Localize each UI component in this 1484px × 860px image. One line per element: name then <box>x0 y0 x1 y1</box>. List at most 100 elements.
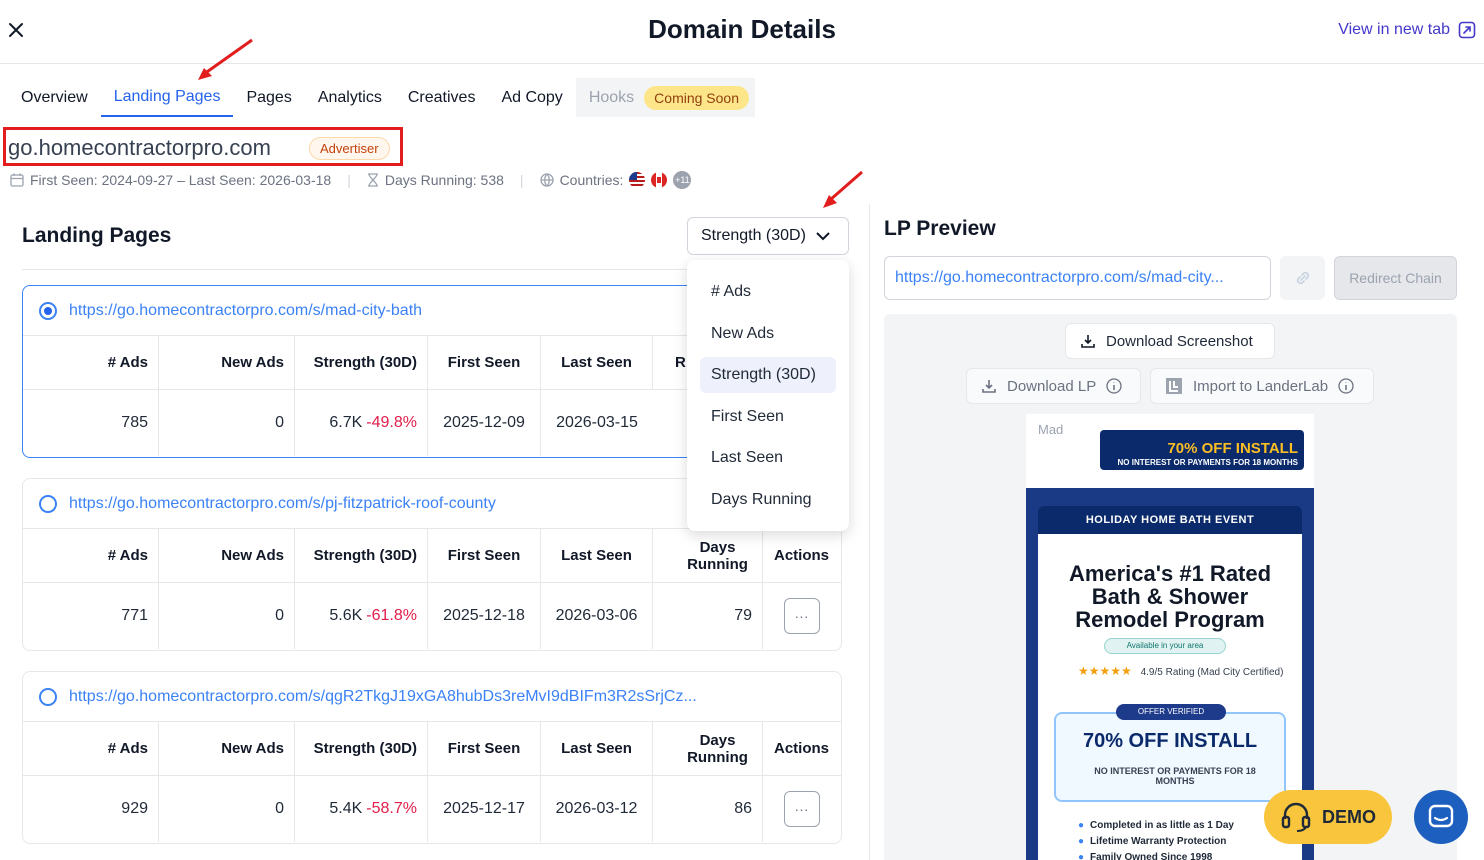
lp-headline: America's #1 Rated Bath & Shower Remodel… <box>1038 562 1302 631</box>
first-seen-value: 2025-12-18 <box>428 583 541 649</box>
tab-ad-copy[interactable]: Ad Copy <box>488 78 575 117</box>
strength-change: -61.8% <box>366 607 417 624</box>
col-first-seen[interactable]: First Seen <box>428 722 541 775</box>
select-radio[interactable] <box>39 301 57 320</box>
check-icon: ● <box>1078 852 1085 860</box>
sort-option-first-seen[interactable]: First Seen <box>700 399 836 435</box>
table-header-row: # Ads New Ads Strength (30D) First Seen … <box>23 529 841 583</box>
chat-button[interactable] <box>1414 790 1468 844</box>
days-running-value: 79 <box>653 583 763 649</box>
sort-option-last-seen[interactable]: Last Seen <box>700 440 836 476</box>
lp-headline-line: Remodel Program <box>1075 607 1265 632</box>
actions-cell: ··· <box>763 776 840 842</box>
landing-page-card[interactable]: https://go.homecontractorpro.com/s/qgR2T… <box>22 671 842 844</box>
external-link-icon <box>1458 21 1476 39</box>
select-radio[interactable] <box>39 687 57 706</box>
tab-creatives[interactable]: Creatives <box>395 78 489 117</box>
col-days-running[interactable]: Days Running <box>653 529 763 582</box>
lp-rating: ★★★★★ 4.9/5 Rating (Mad City Certified) <box>1078 664 1283 678</box>
col-first-seen[interactable]: First Seen <box>428 529 541 582</box>
more-actions-button[interactable]: ··· <box>783 791 820 827</box>
canada-flag-icon <box>651 172 668 188</box>
import-landerlab-label: Import to LanderLab <box>1193 377 1329 395</box>
col-days-running[interactable]: Days Running <box>653 722 763 775</box>
star-rating-icon: ★★★★★ <box>1078 664 1132 678</box>
sort-option-new-ads[interactable]: New Ads <box>700 316 836 352</box>
col-first-seen[interactable]: First Seen <box>428 336 541 389</box>
strength-number: 5.6K <box>329 607 363 624</box>
col-strength[interactable]: Strength (30D) <box>295 529 428 582</box>
sort-option-ads[interactable]: # Ads <box>700 274 836 310</box>
col-ads[interactable]: # Ads <box>23 529 159 582</box>
col-ads[interactable]: # Ads <box>23 722 159 775</box>
preview-url[interactable]: https://go.homecontractorpro.com/s/mad-c… <box>884 256 1271 300</box>
download-screenshot-label: Download Screenshot <box>1106 332 1253 350</box>
col-strength[interactable]: Strength (30D) <box>295 336 428 389</box>
landerlab-icon <box>1166 378 1182 394</box>
panel-divider <box>869 204 870 860</box>
ads-value: 785 <box>23 390 159 456</box>
download-icon <box>1081 335 1095 348</box>
days-running-value: 86 <box>653 776 763 842</box>
strength-value: 5.4K -58.7% <box>295 776 428 842</box>
lp-banner-sub: NO INTEREST OR PAYMENTS FOR 18 MONTHS <box>1117 458 1298 467</box>
redirect-chain-button[interactable]: Redirect Chain <box>1334 256 1457 300</box>
more-countries-badge[interactable]: +11 <box>673 171 692 189</box>
sort-option-days-running[interactable]: Days Running <box>700 482 836 518</box>
new-ads-value: 0 <box>159 390 295 456</box>
col-last-seen[interactable]: Last Seen <box>541 336 653 389</box>
meta-separator: | <box>519 172 524 188</box>
col-ads[interactable]: # Ads <box>23 336 159 389</box>
strength-number: 5.4K <box>329 800 363 817</box>
lp-headline-line: America's #1 Rated <box>1068 561 1272 586</box>
first-seen-value: 2025-12-09 <box>428 390 541 456</box>
lp-headline-line: Bath & Shower <box>1091 584 1249 609</box>
landing-page-url[interactable]: https://go.homecontractorpro.com/s/pj-fi… <box>69 495 496 513</box>
col-last-seen[interactable]: Last Seen <box>541 722 653 775</box>
advertiser-badge: Advertiser <box>309 137 390 160</box>
globe-icon <box>539 173 554 187</box>
strength-change: -49.8% <box>366 414 417 431</box>
tab-hooks-label: Hooks <box>588 88 635 106</box>
tab-overview[interactable]: Overview <box>8 78 101 117</box>
download-screenshot-button[interactable]: Download Screenshot <box>1065 323 1275 359</box>
view-in-new-tab-link[interactable]: View in new tab <box>1338 21 1476 39</box>
ads-value: 771 <box>23 583 159 649</box>
last-seen-value: 2026-03-06 <box>541 583 653 649</box>
copy-link-button[interactable] <box>1280 256 1325 300</box>
col-new-ads[interactable]: New Ads <box>159 336 295 389</box>
tab-landing-pages[interactable]: Landing Pages <box>100 78 234 117</box>
lp-benefit-item: ● Completed in as little as 1 Day <box>1078 818 1234 834</box>
landing-page-url[interactable]: https://go.homecontractorpro.com/s/mad-c… <box>69 302 422 320</box>
sort-dropdown-value: Strength (30D) <box>701 227 806 244</box>
landing-page-url[interactable]: https://go.homecontractorpro.com/s/qgR2T… <box>69 688 697 706</box>
check-icon: ● <box>1078 820 1085 831</box>
col-new-ads[interactable]: New Ads <box>159 529 295 582</box>
hourglass-icon <box>367 173 378 187</box>
tab-analytics[interactable]: Analytics <box>305 78 395 117</box>
col-last-seen[interactable]: Last Seen <box>541 529 653 582</box>
tab-pages[interactable]: Pages <box>233 78 304 117</box>
chat-icon <box>1428 804 1454 828</box>
import-landerlab-button[interactable]: Import to LanderLab <box>1150 368 1374 404</box>
more-actions-button[interactable]: ··· <box>783 598 820 634</box>
countries-label: Countries: <box>559 172 624 188</box>
col-actions: Actions <box>773 740 829 757</box>
lp-top-bar: Mad 70% OFF INSTALL NO INTEREST OR PAYME… <box>1026 414 1314 488</box>
col-new-ads[interactable]: New Ads <box>159 722 295 775</box>
check-icon: ● <box>1078 836 1085 847</box>
col-strength[interactable]: Strength (30D) <box>295 722 428 775</box>
strength-value: 5.6K -61.8% <box>295 583 428 649</box>
lp-offer-title: 70% OFF INSTALL <box>1082 730 1258 752</box>
landing-pages-heading: Landing Pages <box>22 224 172 247</box>
sort-option-strength[interactable]: Strength (30D) <box>700 357 836 394</box>
sort-dropdown[interactable]: Strength (30D) <box>687 217 849 255</box>
demo-label: DEMO <box>1322 806 1376 827</box>
meta-separator: | <box>347 172 351 188</box>
demo-button[interactable]: DEMO <box>1264 790 1392 844</box>
select-radio[interactable] <box>39 494 57 513</box>
actions-cell: ··· <box>763 583 840 649</box>
download-lp-button[interactable]: Download LP <box>966 368 1141 404</box>
last-seen-value: 2026-03-12 <box>541 776 653 842</box>
info-icon <box>1106 378 1122 394</box>
